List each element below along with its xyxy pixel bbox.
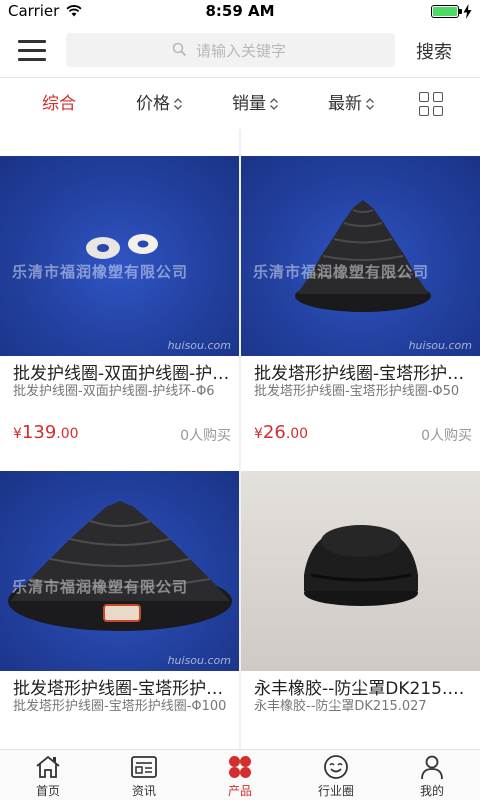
tab-home[interactable]: 首页: [0, 750, 96, 800]
tab-label: 首页: [35, 784, 60, 798]
price-currency: ¥: [254, 426, 263, 442]
tab-label: 资讯: [131, 784, 156, 798]
filter-newest[interactable]: 最新: [328, 92, 375, 116]
sort-arrows-icon: [174, 98, 182, 110]
product-image: 乐清市福润橡塑有限公司 huisou.com: [0, 156, 239, 356]
product-card[interactable]: 乐清市福润橡塑有限公司 huisou.com 批发护线圈-双面护线圈-护线环-Φ…: [0, 129, 239, 460]
filter-price[interactable]: 价格: [136, 92, 183, 116]
image-watermark: 乐清市福润橡塑有限公司: [12, 263, 189, 281]
product-title: 永丰橡胶--防尘罩DK215.027: [254, 679, 474, 699]
battery-icon: [431, 5, 462, 18]
price-dec: .00: [56, 426, 79, 442]
home-icon: [36, 755, 60, 778]
product-price: ¥139.00: [13, 422, 79, 443]
price-int: 26: [262, 422, 286, 443]
sort-arrows-icon: [366, 98, 374, 110]
charging-icon: [463, 4, 472, 19]
filter-sales[interactable]: 销量: [232, 92, 279, 116]
filter-label: 最新: [328, 94, 362, 114]
product-desc: 永丰橡胶--防尘罩DK215.027: [254, 699, 427, 714]
search-input[interactable]: 请输入关键字: [66, 33, 395, 67]
tower-grommet-photo: [8, 501, 232, 631]
product-desc: 批发塔形护线圈-宝塔形护线圈-Φ100: [13, 699, 227, 714]
product-price: ¥26.00: [254, 422, 308, 443]
tab-news[interactable]: 资讯: [96, 750, 192, 800]
product-card[interactable]: 乐清市福润橡塑有限公司 huisou.com 批发塔形护线圈-宝塔形护线圈-Φ1…: [0, 444, 239, 749]
product-desc: 批发护线圈-双面护线圈-护线环-Φ6: [13, 384, 215, 399]
product-card[interactable]: 永丰橡胶--防尘罩DK215.027 永丰橡胶--防尘罩DK215.027: [241, 444, 480, 749]
product-title: 批发塔形护线圈-宝塔形护线圈-Φ100: [13, 679, 233, 699]
product-desc: 批发塔形护线圈-宝塔形护线圈-Φ50: [254, 384, 460, 399]
search-icon: [172, 42, 187, 57]
image-site-mark: huisou.com: [167, 339, 231, 352]
grid-view-icon[interactable]: [419, 92, 444, 117]
news-icon: [131, 756, 157, 778]
price-int: 139: [21, 422, 57, 443]
tab-label: 我的: [419, 784, 444, 798]
product-title: 批发护线圈-双面护线圈-护线环-Φ6: [13, 364, 233, 384]
product-sales: 0人购买: [421, 428, 472, 444]
product-image: [241, 471, 480, 671]
search-placeholder: 请输入关键字: [196, 42, 287, 60]
product-title: 批发塔形护线圈-宝塔形护线圈-Φ50: [254, 364, 474, 384]
filter-label: 销量: [232, 94, 266, 114]
product-image: 乐清市福润橡塑有限公司 huisou.com: [241, 156, 480, 356]
product-image: 乐清市福润橡塑有限公司 huisou.com: [0, 471, 239, 671]
product-grid: 乐清市福润橡塑有限公司 huisou.com 批发护线圈-双面护线圈-护线环-Φ…: [0, 129, 480, 749]
tab-mine[interactable]: 我的: [384, 750, 480, 800]
image-watermark: 乐清市福润橡塑有限公司: [12, 578, 189, 596]
tab-label: 产品: [227, 784, 252, 798]
sort-arrows-icon: [270, 98, 278, 110]
search-button[interactable]: 搜索: [406, 38, 462, 64]
tab-label: 行业圈: [317, 784, 354, 798]
product-card[interactable]: 乐清市福润橡塑有限公司 huisou.com 批发塔形护线圈-宝塔形护线圈-Φ5…: [241, 129, 480, 460]
price-dec: .00: [285, 426, 309, 442]
image-site-mark: huisou.com: [408, 339, 472, 352]
status-bar: Carrier 8:59 AM: [0, 0, 480, 24]
industry-circle-icon: [324, 755, 348, 779]
tab-industry-circle[interactable]: 行业圈: [288, 750, 384, 800]
tab-products[interactable]: 产品: [192, 750, 288, 800]
dust-cover-photo: [304, 525, 418, 606]
grommet-photo: [86, 234, 158, 259]
product-icon: [229, 756, 251, 778]
product-sales: 0人购买: [180, 428, 231, 444]
tower-grommet-photo: [295, 200, 431, 312]
profile-icon: [421, 755, 443, 780]
menu-icon[interactable]: [18, 38, 46, 62]
filter-bar: 综合 价格 销量 最新: [0, 79, 480, 129]
image-site-mark: huisou.com: [167, 654, 231, 667]
image-watermark: 乐清市福润橡塑有限公司: [253, 263, 430, 281]
filter-label: 综合: [42, 94, 76, 114]
status-time: 8:59 AM: [205, 2, 275, 20]
tab-bar: 首页 资讯 产品 行业圈 我的: [0, 749, 480, 800]
search-header: 请输入关键字 搜索: [0, 24, 480, 78]
filter-comprehensive[interactable]: 综合: [42, 92, 76, 116]
filter-label: 价格: [136, 94, 170, 114]
price-currency: ¥: [13, 426, 22, 442]
